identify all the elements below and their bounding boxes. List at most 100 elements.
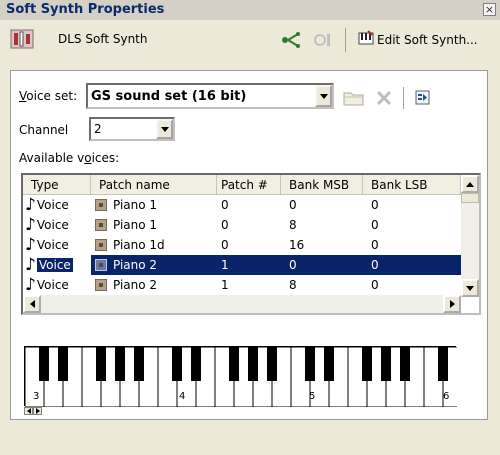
musical-note-icon: ♪ bbox=[25, 257, 36, 273]
voice-type: Voice bbox=[36, 198, 69, 212]
column-header-patch-name[interactable]: Patch name bbox=[91, 175, 217, 195]
column-header-patch-number[interactable]: Patch # bbox=[217, 175, 281, 195]
keyboard-scroll bbox=[24, 407, 42, 415]
export-icon[interactable] bbox=[415, 90, 431, 109]
patch-name: Piano 1 bbox=[113, 198, 158, 212]
black-key[interactable] bbox=[248, 347, 258, 381]
patch-icon bbox=[95, 199, 107, 211]
delete-icon[interactable] bbox=[375, 89, 393, 110]
voice-type: Voice bbox=[36, 278, 69, 292]
chevron-down-icon[interactable] bbox=[156, 119, 173, 139]
black-key[interactable] bbox=[438, 347, 448, 381]
window-title: Soft Synth Properties bbox=[6, 2, 165, 17]
bank-msb: 0 bbox=[289, 198, 297, 212]
patch-number: 1 bbox=[221, 278, 229, 292]
voice-type: Voice bbox=[36, 258, 73, 272]
black-key[interactable] bbox=[58, 347, 68, 381]
bank-lsb: 0 bbox=[371, 198, 379, 212]
black-key[interactable] bbox=[400, 347, 410, 381]
patch-name: Piano 2 bbox=[113, 258, 158, 272]
voice-type: Voice bbox=[36, 218, 69, 232]
piano-keys[interactable] bbox=[24, 346, 463, 408]
musical-note-icon: ♪ bbox=[25, 197, 36, 213]
patch-icon bbox=[95, 239, 107, 251]
octave-label-6: 6 bbox=[443, 391, 450, 402]
octave-label-3: 3 bbox=[33, 391, 40, 402]
scroll-up-button[interactable] bbox=[461, 175, 479, 193]
black-key[interactable] bbox=[39, 347, 49, 381]
list-item[interactable]: ♪ Voice Piano 2 1 8 0 bbox=[23, 275, 461, 295]
black-key[interactable] bbox=[115, 347, 125, 381]
available-voices-label: Available voices: bbox=[19, 151, 120, 165]
bank-lsb: 0 bbox=[363, 255, 461, 275]
musical-note-icon: ♪ bbox=[25, 217, 36, 233]
black-key[interactable] bbox=[305, 347, 315, 381]
chevron-down-icon[interactable] bbox=[315, 85, 332, 107]
scroll-down-button[interactable] bbox=[461, 279, 479, 297]
channel-label: Channel bbox=[19, 123, 69, 137]
black-key[interactable] bbox=[172, 347, 182, 381]
bank-msb: 0 bbox=[281, 255, 363, 275]
patch-number: 0 bbox=[221, 198, 229, 212]
patch-icon bbox=[95, 279, 107, 291]
connect-icon[interactable] bbox=[280, 30, 302, 50]
black-key[interactable] bbox=[324, 347, 334, 381]
patch-number: 0 bbox=[221, 238, 229, 252]
channel-value: 2 bbox=[94, 122, 102, 136]
list-item[interactable]: ♪ Voice Piano 1 0 0 0 bbox=[23, 195, 461, 215]
musical-note-icon: ♪ bbox=[25, 237, 36, 253]
black-key[interactable] bbox=[362, 347, 372, 381]
patch-name: Piano 1 bbox=[113, 218, 158, 232]
keyboard-scroll-left[interactable] bbox=[24, 407, 33, 415]
patch-number: 1 bbox=[217, 255, 281, 275]
scroll-thumb[interactable] bbox=[461, 193, 479, 203]
column-header-type[interactable]: Type bbox=[23, 175, 91, 195]
bank-lsb: 0 bbox=[371, 238, 379, 252]
voice-type: Voice bbox=[36, 238, 69, 252]
musical-note-icon: ♪ bbox=[25, 277, 36, 293]
toolbar-separator bbox=[345, 28, 346, 52]
list-header: Type Patch name Patch # Bank MSB Bank LS… bbox=[23, 175, 461, 195]
list-item[interactable]: ♪ Voice Piano 1 0 8 0 bbox=[23, 215, 461, 235]
scroll-left-button[interactable] bbox=[23, 295, 41, 313]
patch-icon bbox=[95, 219, 107, 231]
bank-msb: 8 bbox=[289, 278, 297, 292]
black-key[interactable] bbox=[96, 347, 106, 381]
patch-icon bbox=[95, 259, 107, 271]
patch-number: 0 bbox=[221, 218, 229, 232]
scroll-right-button[interactable] bbox=[443, 295, 461, 313]
edit-synth-icon bbox=[358, 30, 374, 49]
voice-set-dropdown[interactable]: GS sound set (16 bit) bbox=[86, 83, 334, 109]
bank-msb: 16 bbox=[289, 238, 305, 252]
list-body: ♪ Voice Piano 1 0 0 0 ♪ Voice Piano 1 0 8 … bbox=[23, 195, 461, 295]
title-bar: Soft Synth Properties × bbox=[0, 0, 500, 20]
disabled-tool-icon[interactable] bbox=[312, 30, 334, 50]
black-key[interactable] bbox=[267, 347, 277, 381]
keyboard-scroll-right[interactable] bbox=[33, 407, 42, 415]
channel-dropdown[interactable]: 2 bbox=[89, 117, 175, 141]
folder-icon[interactable] bbox=[343, 89, 365, 110]
voices-list[interactable]: Type Patch name Patch # Bank MSB Bank LS… bbox=[21, 173, 481, 315]
black-key[interactable] bbox=[191, 347, 201, 381]
horizontal-scrollbar[interactable] bbox=[23, 295, 461, 313]
tools-separator bbox=[403, 87, 404, 109]
bank-msb: 8 bbox=[289, 218, 297, 232]
toolbar: DLS Soft Synth Edit Soft Synth... bbox=[0, 20, 500, 60]
piano-keyboard[interactable]: 3 4 5 6 bbox=[24, 346, 463, 408]
list-item-selected[interactable]: ♪ Voice Piano 2 1 0 0 bbox=[23, 255, 461, 275]
edit-soft-synth-label: Edit Soft Synth... bbox=[377, 32, 478, 47]
black-key[interactable] bbox=[381, 347, 391, 381]
edit-soft-synth-button[interactable]: Edit Soft Synth... bbox=[358, 30, 478, 49]
black-key[interactable] bbox=[134, 347, 144, 381]
close-button[interactable]: × bbox=[483, 3, 496, 16]
column-header-bank-lsb[interactable]: Bank LSB bbox=[363, 175, 461, 195]
voice-set-label: Voice set: bbox=[19, 89, 78, 103]
synth-name: DLS Soft Synth bbox=[58, 32, 148, 46]
octave-label-5: 5 bbox=[309, 391, 316, 402]
column-header-bank-msb[interactable]: Bank MSB bbox=[281, 175, 363, 195]
patch-name: Piano 1d bbox=[113, 238, 165, 252]
black-key[interactable] bbox=[229, 347, 239, 381]
list-item[interactable]: ♪ Voice Piano 1d 0 16 0 bbox=[23, 235, 461, 255]
voice-set-value: GS sound set (16 bit) bbox=[91, 88, 247, 104]
vertical-scrollbar[interactable] bbox=[461, 175, 479, 297]
